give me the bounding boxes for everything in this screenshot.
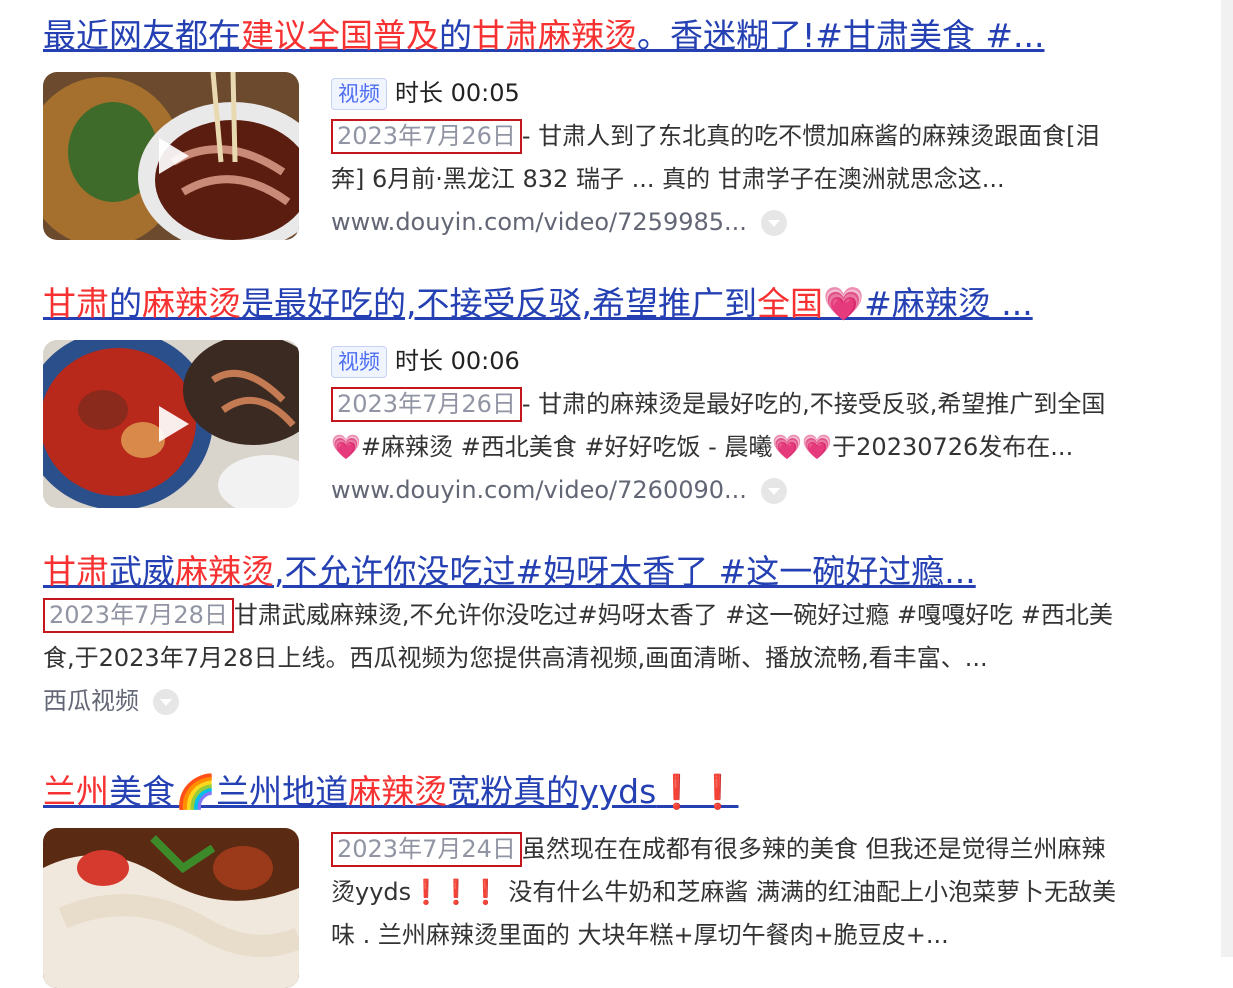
snippet-line: 食,于2023年7月28日上线。西瓜视频为您提供高清视频,画面清晰、播放流畅,看… <box>43 644 988 672</box>
publish-date: 2023年7月24日 <box>331 832 522 867</box>
result-snippet: 2023年7月24日 虽然现在在成都有很多辣的美食 但我还是觉得兰州麻辣 <box>331 828 1161 871</box>
title-highlight: 麻辣烫 <box>348 772 448 811</box>
scrollbar[interactable] <box>1221 0 1233 957</box>
result-url[interactable]: www.douyin.com/video/7259985... <box>331 208 747 236</box>
video-thumbnail[interactable] <box>43 340 299 508</box>
result-snippet: 2023年7月26日 - 甘肃人到了东北真的吃不惯加麻酱的麻辣烫跟面食[泪 <box>331 115 1161 158</box>
search-result: 甘肃武威麻辣烫,不允许你没吃过#妈呀太香了 #这一碗好过瘾... 2023年7月… <box>43 550 1163 723</box>
play-icon <box>159 138 189 174</box>
publish-date: 2023年7月26日 <box>331 387 522 422</box>
video-thumbnail[interactable] <box>43 72 299 240</box>
snippet-line: 奔] 6月前·黑龙江 832 瑞子 ... 真的 甘肃学子在澳洲就思念这... <box>331 165 1005 193</box>
title-highlight: 全国 <box>756 284 823 323</box>
result-title-link[interactable]: 甘肃武威麻辣烫,不允许你没吃过#妈呀太香了 #这一碗好过瘾... <box>43 550 1163 594</box>
video-tag: 视频 <box>331 346 387 378</box>
video-thumbnail[interactable] <box>43 828 299 988</box>
title-text: 的 <box>109 284 142 323</box>
play-icon <box>159 406 189 442</box>
title-text: 💗#麻辣烫 ... <box>822 284 1033 323</box>
search-result: 甘肃的麻辣烫是最好吃的,不接受反驳,希望推广到全国💗#麻辣烫 ... 视频 时长 … <box>43 282 1163 508</box>
title-highlight: 甘肃麻辣烫 <box>472 16 637 55</box>
snippet-line: 甘肃武威麻辣烫,不允许你没吃过#妈呀太香了 #这一碗好过瘾 #嘎嘎好吃 #西北美 <box>233 601 1113 629</box>
title-highlight: 兰州 <box>43 772 109 811</box>
result-title-link[interactable]: 兰州美食🌈兰州地道麻辣烫宽粉真的yyds❗❗ <box>43 770 1163 814</box>
snippet-line: 味 . 兰州麻辣烫里面的 大块年糕+厚切午餐肉+脆豆皮+... <box>331 921 949 949</box>
title-text: 武威 <box>109 552 175 591</box>
title-text: ,不允许你没吃过#妈呀太香了 #这一碗好过瘾... <box>274 552 976 591</box>
result-title-link[interactable]: 甘肃的麻辣烫是最好吃的,不接受反驳,希望推广到全国💗#麻辣烫 ... <box>43 282 1163 326</box>
title-text: 美食🌈兰州地道 <box>109 772 349 811</box>
title-highlight: 甘肃 <box>43 284 109 323</box>
chevron-down-icon[interactable] <box>760 210 787 236</box>
chevron-down-icon[interactable] <box>760 478 787 504</box>
title-highlight: 麻辣烫 <box>142 284 241 323</box>
snippet-line: 烫yyds❗❗❗ 没有什么牛奶和芝麻酱 满满的红油配上小泡菜萝卜无敌美 <box>331 878 1117 906</box>
publish-date: 2023年7月28日 <box>43 598 234 633</box>
snippet-line: - 甘肃人到了东北真的吃不惯加麻酱的麻辣烫跟面食[泪 <box>521 122 1100 150</box>
result-snippet: 2023年7月26日 - 甘肃的麻辣烫是最好吃的,不接受反驳,希望推广到全国 <box>331 383 1161 426</box>
result-source[interactable]: 西瓜视频 <box>43 687 139 715</box>
video-tag: 视频 <box>331 78 387 110</box>
title-highlight: 建议全国普及 <box>241 16 439 55</box>
title-highlight: 甘肃 <box>43 552 109 591</box>
title-text: 。香迷糊了!#甘肃美食 #... <box>637 16 1045 55</box>
result-title-link[interactable]: 最近网友都在建议全国普及的甘肃麻辣烫。香迷糊了!#甘肃美食 #... <box>43 14 1163 58</box>
title-text: 是最好吃的,不接受反驳,希望推广到 <box>241 284 757 323</box>
title-text: 宽粉真的yyds <box>447 772 657 811</box>
video-duration: 时长 00:05 <box>395 79 520 107</box>
snippet-line: 虽然现在在成都有很多辣的美食 但我还是觉得兰州麻辣 <box>521 835 1106 863</box>
result-url[interactable]: www.douyin.com/video/7260090... <box>331 476 747 504</box>
search-result: 最近网友都在建议全国普及的甘肃麻辣烫。香迷糊了!#甘肃美食 #... 视频 时长 … <box>43 14 1163 240</box>
title-text: 的 <box>439 16 472 55</box>
video-duration: 时长 00:06 <box>395 347 520 375</box>
publish-date: 2023年7月26日 <box>331 119 522 154</box>
title-text: 最近网友都在 <box>43 16 241 55</box>
result-snippet: 2023年7月28日 甘肃武威麻辣烫,不允许你没吃过#妈呀太香了 #这一碗好过瘾 … <box>43 594 1163 637</box>
title-highlight: ❗❗ <box>656 772 739 811</box>
title-highlight: 麻辣烫 <box>175 552 274 591</box>
snippet-line: - 甘肃的麻辣烫是最好吃的,不接受反驳,希望推广到全国 <box>521 390 1106 418</box>
snippet-line: 💗#麻辣烫 #西北美食 #好好吃饭 - 晨曦💗💗于20230726发布在... <box>331 433 1074 461</box>
chevron-down-icon[interactable] <box>153 689 179 715</box>
search-result: 兰州美食🌈兰州地道麻辣烫宽粉真的yyds❗❗ 2023年7月24日 虽然现在在成都… <box>43 770 1163 988</box>
